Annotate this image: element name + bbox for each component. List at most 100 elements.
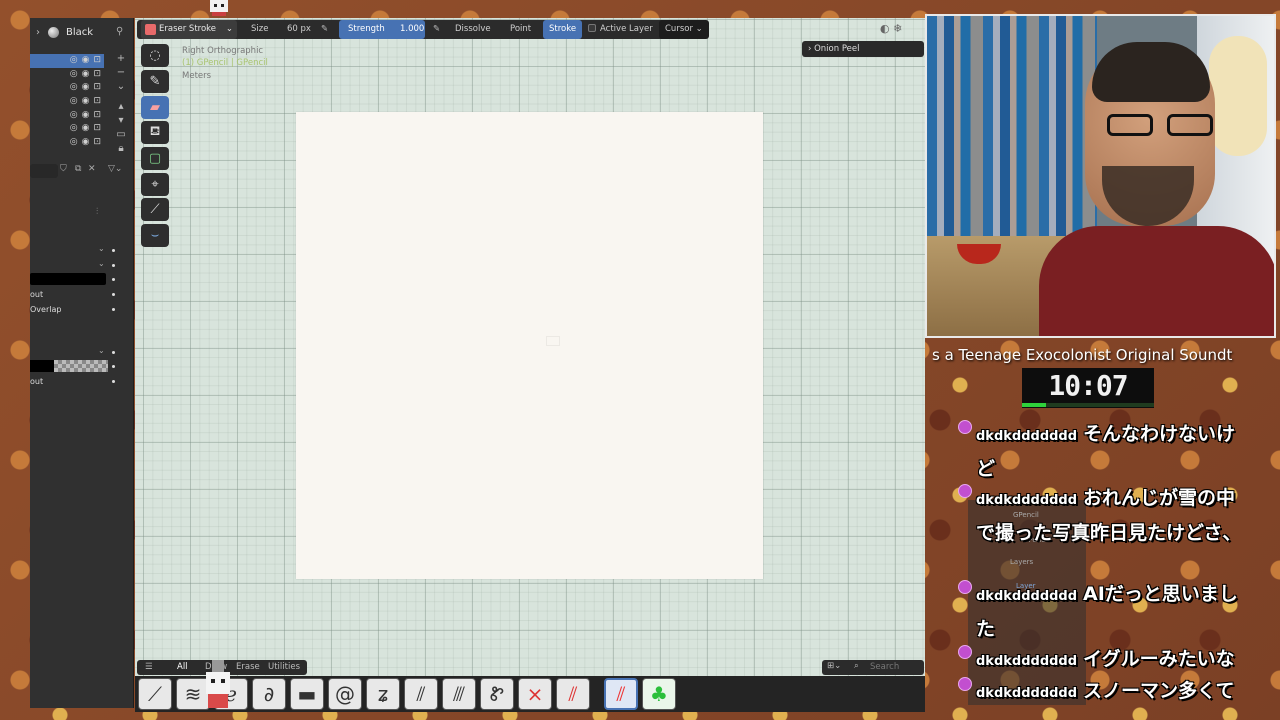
list-item[interactable]: ◎ ◉ ⊡ xyxy=(30,109,104,123)
visibility-icon[interactable]: ◎ xyxy=(70,122,78,136)
keyframe-dot-icon[interactable] xyxy=(112,308,115,311)
fill-tool-button[interactable]: ⛾ xyxy=(141,121,169,145)
erase-tool-button[interactable]: ▰ xyxy=(141,95,169,119)
lock-icon[interactable]: ⊡ xyxy=(93,68,101,82)
material-slot-list[interactable]: ◎ ◉ ⊡ ◎ ◉ ⊡ ◎ ◉ ⊡ ◎ ◉ ⊡ ◎ ◉ ⊡ ◎ ◉ ⊡ ◎ ◉ ⊡ xyxy=(30,54,104,150)
view-icons[interactable]: ◐ ❄ xyxy=(880,22,902,35)
visibility-icon[interactable]: ◎ xyxy=(70,54,78,68)
chevron-down-icon[interactable]: ⌄ xyxy=(114,80,128,94)
lock-icon[interactable]: ⊡ xyxy=(93,122,101,136)
brush-thumbnail[interactable]: ∂ xyxy=(252,678,286,710)
eye-icon[interactable]: ◉ xyxy=(82,81,90,95)
3d-viewport[interactable]: Right Orthographic (1) GPencil | GPencil… xyxy=(135,18,925,678)
size-field[interactable]: 60 px xyxy=(287,20,311,39)
pressure-icon[interactable]: ✎ xyxy=(321,20,328,39)
tab-erase[interactable]: Erase xyxy=(236,662,260,672)
mode-dissolve[interactable]: Dissolve xyxy=(455,20,491,39)
chevron-down-icon[interactable]: ⌄ xyxy=(98,244,105,253)
list-item[interactable]: ◎ ◉ ⊡ xyxy=(30,122,104,136)
visibility-icon[interactable]: ◎ xyxy=(70,136,78,150)
strength-field[interactable]: Strength 1.000 xyxy=(339,20,425,39)
pin-icon[interactable]: ⚲ xyxy=(116,26,123,37)
brush-thumbnail[interactable]: ♣ xyxy=(642,678,676,710)
box-tool-button[interactable]: ▢ xyxy=(141,146,169,170)
lock-icon[interactable]: ⊡ xyxy=(93,54,101,68)
move-up-icon[interactable]: ▴ xyxy=(114,100,128,114)
add-icon[interactable]: + xyxy=(114,52,128,66)
visibility-icon[interactable]: ◎ xyxy=(70,68,78,82)
lock-icon[interactable]: ⊡ xyxy=(93,81,101,95)
eye-icon[interactable]: ◉ xyxy=(82,109,90,123)
list-item[interactable]: ◎ ◉ ⊡ xyxy=(30,54,104,68)
lock-icon[interactable]: ⊡ xyxy=(93,109,101,123)
close-icon[interactable]: ✕ xyxy=(88,164,96,174)
brush-thumbnail[interactable]: ▬ xyxy=(290,678,324,710)
mode-point[interactable]: Point xyxy=(510,20,531,39)
tool-dropdown[interactable]: Eraser Stroke ⌄ xyxy=(141,20,237,39)
keyframe-dot-icon[interactable] xyxy=(112,278,115,281)
hide-icon[interactable]: ▭ xyxy=(114,128,128,142)
grid-view-icon[interactable]: ⊞⌄ xyxy=(827,661,841,671)
chevron-down-icon[interactable]: ⌄ xyxy=(98,259,105,268)
mode-stroke[interactable]: Stroke xyxy=(543,20,583,39)
lock-all-icon[interactable]: 🔒︎ xyxy=(114,142,128,156)
visibility-icon[interactable]: ◎ xyxy=(70,109,78,123)
brush-thumbnail[interactable]: ⨯ xyxy=(518,678,552,710)
brush-thumbnail[interactable]: ⫽ xyxy=(404,678,438,710)
list-item[interactable]: ◎ ◉ ⊡ xyxy=(30,136,104,150)
eye-icon[interactable]: ◉ xyxy=(82,95,90,109)
search-input[interactable]: Search xyxy=(870,662,899,672)
keyframe-dot-icon[interactable] xyxy=(112,351,115,354)
eyedropper-tool-button[interactable]: ⟋ xyxy=(141,198,169,222)
list-item[interactable]: ◎ ◉ ⊡ xyxy=(30,81,104,95)
material-field[interactable] xyxy=(30,164,58,178)
checkbox[interactable] xyxy=(588,24,596,32)
eye-icon[interactable]: ◉ xyxy=(82,122,90,136)
settings-sliders-icon[interactable]: ⫶ xyxy=(96,207,98,217)
onion-peel-popover[interactable]: › Onion Peel xyxy=(802,41,924,57)
tab-all[interactable]: All xyxy=(177,662,188,672)
fill-color-swatch[interactable] xyxy=(30,360,54,372)
shield-icon[interactable]: ⛉ xyxy=(60,164,67,174)
tab-utilities[interactable]: Utilities xyxy=(268,662,300,672)
move-down-icon[interactable]: ▾ xyxy=(114,114,128,128)
brush-thumbnail[interactable]: Ꮡ xyxy=(480,678,514,710)
transparent-swatch[interactable] xyxy=(54,360,108,372)
visibility-icon[interactable]: ◎ xyxy=(70,95,78,109)
shelf-search[interactable]: ⊞⌄ ⌕ Search xyxy=(822,660,924,675)
keyframe-dot-icon[interactable] xyxy=(112,293,115,296)
keyframe-dot-icon[interactable] xyxy=(112,264,115,267)
curve-tool-button[interactable]: ⌣ xyxy=(141,224,169,248)
brush-thumbnail[interactable]: ⟋ xyxy=(138,678,172,710)
material-header[interactable]: › Black ⚲ xyxy=(30,24,134,42)
list-item[interactable]: ◎ ◉ ⊡ xyxy=(30,95,104,109)
eye-icon[interactable]: ◉ xyxy=(82,54,90,68)
filter-icon[interactable]: ▽⌄ xyxy=(108,164,122,174)
chevron-down-icon[interactable]: ⌄ xyxy=(98,346,105,355)
brush-thumbnail[interactable]: ʑ xyxy=(366,678,400,710)
menu-icon[interactable]: ☰ xyxy=(145,662,153,672)
drawing-canvas[interactable] xyxy=(296,112,763,579)
chevron-right-icon[interactable]: › xyxy=(36,27,40,38)
brush-thumbnail[interactable]: ⫻ xyxy=(442,678,476,710)
remove-icon[interactable]: − xyxy=(114,66,128,80)
cursor-dropdown[interactable]: Cursor ⌄ xyxy=(659,20,709,39)
keyframe-dot-icon[interactable] xyxy=(112,249,115,252)
eye-icon[interactable]: ◉ xyxy=(82,68,90,82)
stroke-color-swatch[interactable] xyxy=(30,273,106,285)
list-item[interactable]: ◎ ◉ ⊡ xyxy=(30,68,104,82)
lock-icon[interactable]: ⊡ xyxy=(93,95,101,109)
brush-thumbnail[interactable]: ⫽ xyxy=(556,678,590,710)
active-layer-toggle[interactable]: Active Layer xyxy=(588,20,653,39)
pressure-icon[interactable]: ✎ xyxy=(433,20,440,39)
draw-tool-button[interactable]: ✎ xyxy=(141,70,169,93)
keyframe-dot-icon[interactable] xyxy=(112,380,115,383)
brush-thumbnail-active[interactable]: ⫽ xyxy=(604,678,638,710)
tint-tool-button[interactable]: ⌖ xyxy=(141,172,169,196)
copy-icon[interactable]: ⧉ xyxy=(75,164,81,174)
eye-icon[interactable]: ◉ xyxy=(82,136,90,150)
visibility-icon[interactable]: ◎ xyxy=(70,81,78,95)
lock-icon[interactable]: ⊡ xyxy=(93,136,101,150)
keyframe-dot-icon[interactable] xyxy=(112,365,115,368)
select-tool-button[interactable]: ◌ xyxy=(141,44,169,67)
